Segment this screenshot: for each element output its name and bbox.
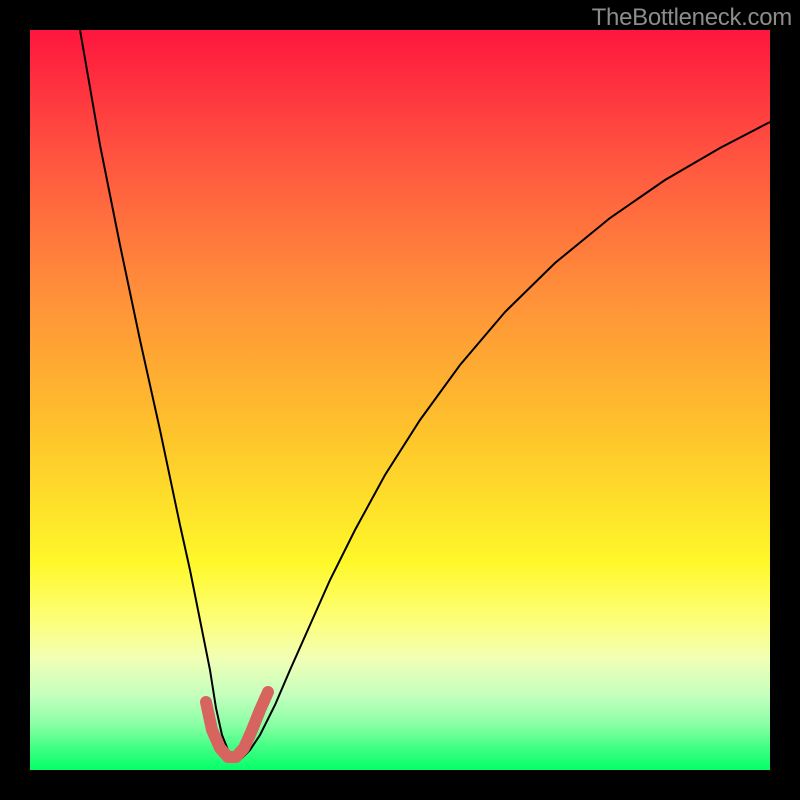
bottleneck-curve: [80, 30, 770, 758]
outer-frame: TheBottleneck.com: [0, 0, 800, 800]
watermark-text: TheBottleneck.com: [592, 4, 792, 32]
curve-layer: [30, 30, 770, 770]
plot-area: [30, 30, 770, 770]
